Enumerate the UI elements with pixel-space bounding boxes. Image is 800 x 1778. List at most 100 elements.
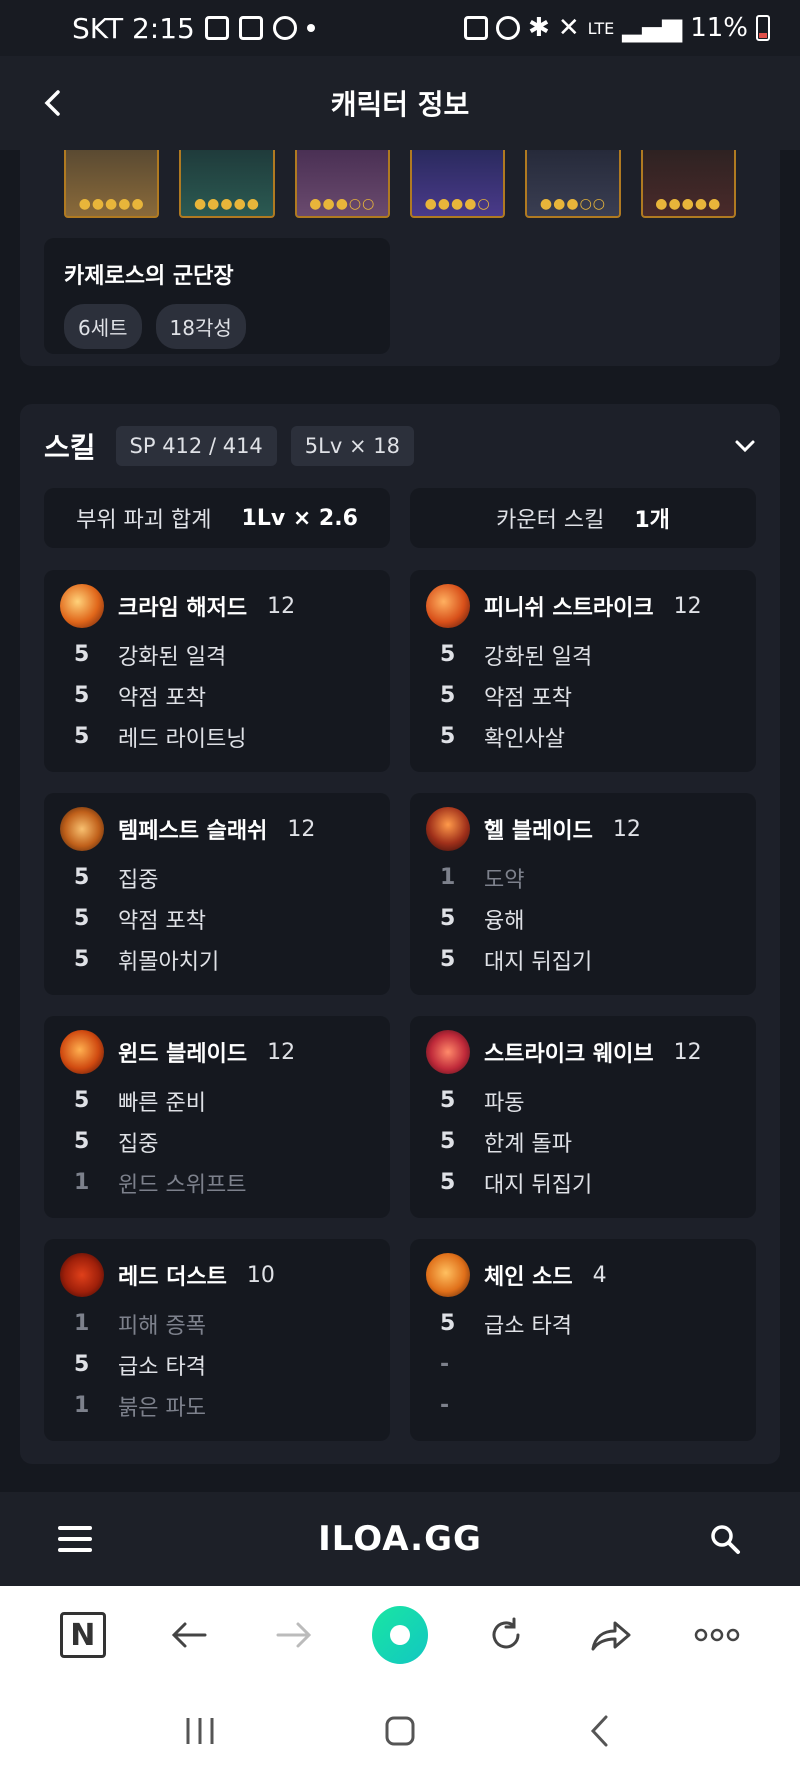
tripod-level: 5 <box>74 1088 90 1113</box>
part-break-label: 부위 파괴 합계 <box>76 508 212 533</box>
tripod-name: 대지 뒤집기 <box>484 1172 593 1198</box>
skill-card[interactable]: 피니쉬 스트라이크 12 5 강화된 일격 5 약점 포착 5 확인사살 <box>410 570 756 772</box>
back-arrow-icon[interactable] <box>36 86 70 120</box>
gem-pips: ●●●●○ <box>424 196 491 212</box>
skill-name: 스트라이크 웨이브 <box>484 1042 654 1067</box>
refresh-icon[interactable] <box>478 1607 534 1663</box>
tripod-level: 5 <box>74 1129 90 1154</box>
level-chip: 5Lv × 18 <box>290 426 414 466</box>
skill-name: 헬 블레이드 <box>484 819 593 844</box>
green-dot-button[interactable] <box>371 1606 428 1664</box>
gem-pips: ●●●○○ <box>539 196 607 212</box>
gem-slot[interactable]: ●●●○○ <box>525 150 621 218</box>
site-logo[interactable]: ILOA.GG <box>318 1519 482 1559</box>
tripod-name: 약점 포착 <box>118 685 206 711</box>
mute-icon: ✕ <box>557 13 580 43</box>
tripod-level: 5 <box>440 724 456 749</box>
tripod-level: 5 <box>74 906 90 931</box>
gem-slot[interactable]: ●●●●○ <box>409 150 506 218</box>
tripod-name: 융해 <box>484 908 525 934</box>
skill-card[interactable]: 템페스트 슬래쉬 12 5 집중 5 약점 포착 5 휘몰아치기 <box>44 793 390 995</box>
skill-level: 10 <box>246 1262 275 1288</box>
gem-slot[interactable]: ●●●●● <box>64 150 160 218</box>
more-notifications-icon <box>306 24 315 32</box>
skill-level: 4 <box>592 1262 607 1288</box>
share-icon[interactable] <box>583 1607 639 1663</box>
skill-card[interactable]: 체인 소드 4 5 급소 타격 - - <box>410 1239 756 1441</box>
naver-home-button[interactable]: N <box>55 1607 111 1663</box>
carrier-time: SKT 2:15 <box>72 11 195 45</box>
network-label: LTE <box>587 18 615 38</box>
skill-name: 템페스트 슬래쉬 <box>118 819 268 844</box>
tripod-name: 빠른 준비 <box>118 1090 206 1116</box>
system-back-icon[interactable] <box>570 1701 630 1761</box>
tempest-slash-skill-icon <box>60 807 104 851</box>
menu-icon[interactable] <box>58 1526 92 1552</box>
battery-icon <box>756 15 770 41</box>
skills-card: 스킬 SP 412 / 414 5Lv × 18 부위 파괴 합계 1Lv × … <box>20 404 780 1464</box>
tripod-level: 1 <box>74 1311 90 1336</box>
skill-card[interactable]: 스트라이크 웨이브 12 5 파동 5 한계 돌파 5 대지 뒤집기 <box>410 1016 756 1218</box>
hell-blade-skill-icon <box>426 807 470 851</box>
skill-card[interactable]: 크라임 해저드 12 5 강화된 일격 5 약점 포착 5 레드 라이트닝 <box>44 570 390 772</box>
skills-heading: 스킬 <box>44 431 96 464</box>
skill-level: 12 <box>287 816 316 842</box>
app-bar: 캐릭터 정보 <box>0 56 800 150</box>
tripod-level: 5 <box>74 642 90 667</box>
tripod-level: - <box>440 1352 450 1377</box>
tripod-name: 약점 포착 <box>484 685 572 711</box>
skill-card[interactable]: 헬 블레이드 12 1 도약 5 융해 5 대지 뒤집기 <box>410 793 756 995</box>
chevron-down-icon[interactable] <box>734 434 756 459</box>
finish-strike-skill-icon <box>426 584 470 628</box>
tripod-level: 5 <box>440 1129 456 1154</box>
tripod-name: 파동 <box>484 1090 525 1116</box>
tripod-name: 휘몰아치기 <box>118 949 220 975</box>
gem-slot[interactable]: ●●●●● <box>640 150 736 218</box>
set-effect-box: 카제로스의 군단장 6세트 18각성 <box>44 238 390 354</box>
skill-level: 12 <box>612 816 641 842</box>
tripod-name: 붉은 파도 <box>118 1395 206 1421</box>
gem-slot[interactable]: ●●●●● <box>179 150 275 218</box>
tripod-level: 5 <box>440 683 456 708</box>
content-area[interactable]: ●●●●● ●●●●● ●●●○○ ●●●●○ ●●●○○ ●●●●● 카제로스… <box>0 150 800 1492</box>
skill-level: 12 <box>267 1039 296 1065</box>
tripod-name: 급소 타격 <box>118 1354 206 1380</box>
tripod-name: 집중 <box>118 1131 159 1157</box>
battery-text: 11% <box>690 13 748 43</box>
chat-icon <box>272 16 297 40</box>
bluetooth-icon: ✱ <box>528 13 550 43</box>
search-icon[interactable] <box>708 1522 742 1556</box>
skill-name: 윈드 블레이드 <box>118 1042 248 1067</box>
tripod-level: 5 <box>440 947 456 972</box>
crime-hazard-skill-icon <box>60 584 104 628</box>
skills-header: 스킬 SP 412 / 414 5Lv × 18 <box>44 426 756 466</box>
tripod-name: 강화된 일격 <box>484 644 593 670</box>
gem-slot[interactable]: ●●●○○ <box>294 150 390 218</box>
wind-blade-skill-icon <box>60 1030 104 1074</box>
gem-set-card: ●●●●● ●●●●● ●●●○○ ●●●●○ ●●●○○ ●●●●● 카제로스… <box>20 150 780 366</box>
home-icon[interactable] <box>370 1701 430 1761</box>
back-icon[interactable] <box>161 1607 217 1663</box>
tripod-level: 5 <box>74 724 90 749</box>
skill-card[interactable]: 레드 더스트 10 1 피해 증폭 5 급소 타격 1 붉은 파도 <box>44 1239 390 1441</box>
strike-wave-skill-icon <box>426 1030 470 1074</box>
red-dust-skill-icon <box>60 1253 104 1297</box>
more-icon[interactable] <box>689 1607 745 1663</box>
tripod-level: 5 <box>74 1352 90 1377</box>
chain-sword-skill-icon <box>426 1253 470 1297</box>
gem-pips: ●●●●● <box>78 196 145 212</box>
skill-level: 12 <box>673 593 702 619</box>
skill-name: 크라임 해저드 <box>118 596 248 621</box>
tripod-level: 1 <box>74 1393 90 1418</box>
tripod-level: 5 <box>440 642 456 667</box>
skill-card[interactable]: 윈드 블레이드 12 5 빠른 준비 5 집중 1 윈드 스위프트 <box>44 1016 390 1218</box>
tripod-name: 도약 <box>484 867 525 893</box>
tripod-level: 5 <box>74 947 90 972</box>
awakening-chip: 18각성 <box>155 304 246 349</box>
skill-level: 12 <box>267 593 296 619</box>
tripod-level: 5 <box>440 906 456 931</box>
recent-apps-icon[interactable] <box>170 1701 230 1761</box>
green-dot-icon <box>371 1606 428 1664</box>
forward-icon[interactable] <box>266 1607 322 1663</box>
tripod-name: 집중 <box>118 867 159 893</box>
